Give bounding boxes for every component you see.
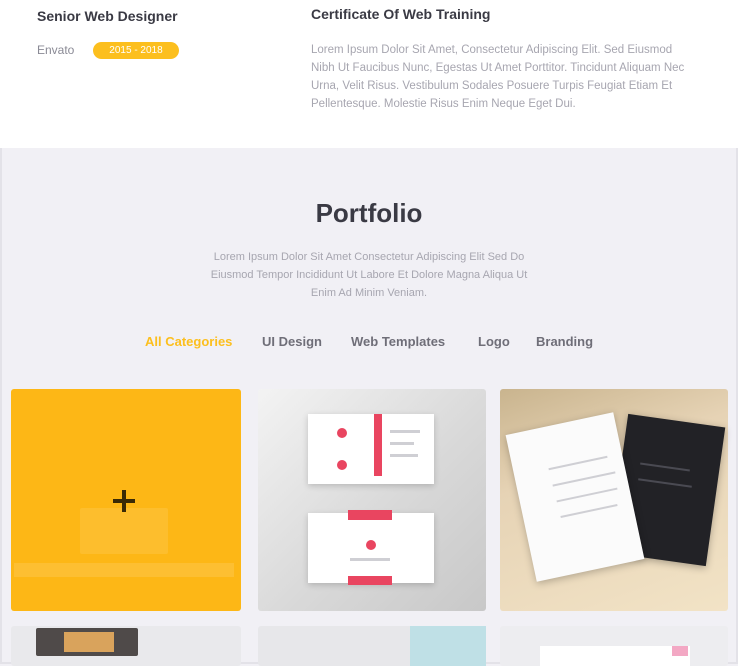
- card-text-line: [390, 430, 420, 433]
- card-text-line: [390, 454, 418, 457]
- job-title: Senior Web Designer: [37, 8, 178, 24]
- certificate-title: Certificate Of Web Training: [311, 6, 491, 22]
- filter-all-categories[interactable]: All Categories: [145, 334, 232, 349]
- filter-web-templates[interactable]: Web Templates: [351, 334, 445, 349]
- portfolio-description: Lorem Ipsum Dolor Sit Amet Consectetur A…: [210, 251, 528, 299]
- portfolio-thumbnail: [410, 626, 486, 666]
- card-accent: [348, 510, 392, 520]
- certificate-description: Lorem Ipsum Dolor Sit Amet, Consectetur …: [311, 44, 685, 110]
- card-text-line: [390, 442, 414, 445]
- portfolio-title: Portfolio: [315, 198, 423, 228]
- business-card-image: [308, 414, 434, 484]
- portfolio-thumbnail: [64, 632, 114, 652]
- resume-section: Senior Web Designer Envato 2015 - 2018 C…: [0, 0, 738, 148]
- card-accent: [348, 576, 392, 585]
- portfolio-thumbnail: [540, 646, 690, 666]
- filter-ui-design[interactable]: UI Design: [262, 334, 322, 349]
- company-name: Envato: [37, 43, 75, 57]
- card-logo-mark: [337, 428, 347, 438]
- card-logo-mark: [366, 540, 376, 550]
- portfolio-item-overlay: [80, 508, 168, 554]
- card-logo-mark: [337, 460, 347, 470]
- portfolio-filters: All Categories UI Design Web Templates L…: [0, 334, 738, 356]
- portfolio-thumbnail: [672, 646, 688, 656]
- card-text-line: [350, 558, 390, 561]
- filter-branding[interactable]: Branding: [536, 334, 593, 349]
- filter-logo[interactable]: Logo: [478, 334, 510, 349]
- plus-icon[interactable]: [113, 490, 135, 512]
- card-accent: [374, 414, 382, 476]
- portfolio-item-caption-bar: [14, 563, 234, 577]
- date-badge: 2015 - 2018: [93, 42, 179, 59]
